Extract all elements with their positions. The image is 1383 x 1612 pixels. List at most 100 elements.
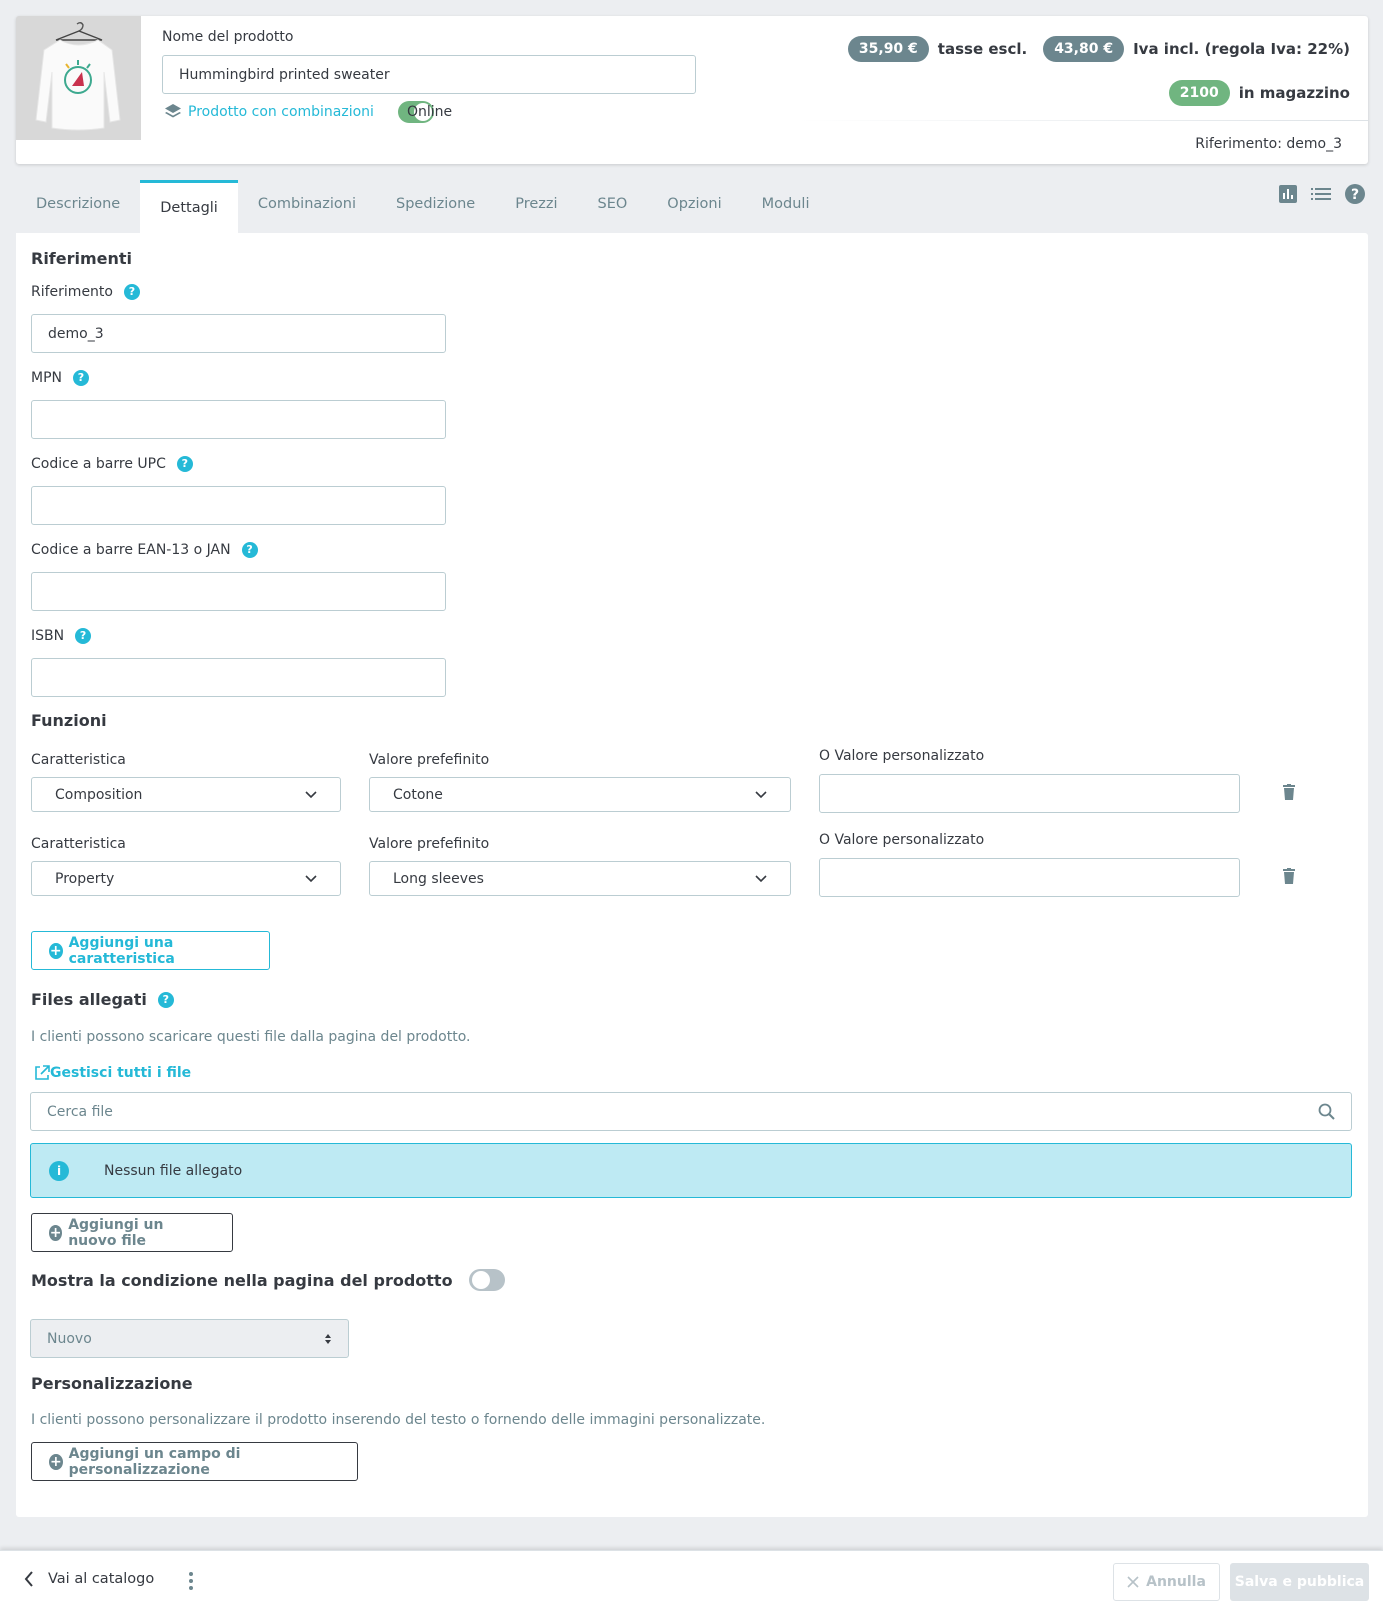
help-icon[interactable]: ?	[123, 284, 140, 300]
product-name-label: Nome del prodotto	[162, 29, 294, 45]
chevron-down-icon	[305, 790, 317, 798]
product-name-input[interactable]	[162, 55, 696, 94]
close-icon	[1127, 1576, 1139, 1588]
price-incl-badge[interactable]: 43,80 €	[1043, 36, 1125, 62]
tab-moduli[interactable]: Moduli	[742, 180, 830, 233]
layers-icon	[165, 104, 181, 118]
manage-files-link[interactable]: Gestisci tutti i file	[34, 1065, 191, 1081]
feature-label: Caratteristica	[31, 752, 126, 768]
add-file-button[interactable]: + Aggiungi un nuovo file	[31, 1213, 233, 1252]
product-header: Nome del prodotto Prodotto con combinazi…	[16, 16, 1368, 164]
ean-label-text: Codice a barre EAN-13 o JAN	[31, 542, 231, 558]
no-files-text: Nessun file allegato	[104, 1162, 243, 1179]
add-file-label: Aggiungi un nuovo file	[68, 1216, 164, 1249]
custom-value-input[interactable]	[819, 774, 1240, 813]
more-vertical-icon[interactable]	[189, 1572, 193, 1590]
tab-combinazioni[interactable]: Combinazioni	[238, 180, 376, 233]
files-title-text: Files allegati	[31, 990, 147, 1009]
tab-dettagli[interactable]: Dettagli	[140, 180, 238, 233]
price-excl-label: tasse escl.	[937, 40, 1028, 58]
back-to-catalog-link[interactable]: Vai al catalogo	[24, 1571, 154, 1587]
cancel-label: Annulla	[1146, 1574, 1206, 1590]
plus-circle-icon: +	[49, 1453, 63, 1470]
condition-toggle[interactable]	[468, 1269, 505, 1291]
isbn-input[interactable]	[31, 658, 446, 697]
chevron-down-icon	[305, 874, 317, 882]
cancel-button[interactable]: Annulla	[1113, 1563, 1220, 1601]
reference-label-text: Riferimento	[31, 284, 113, 300]
combinations-indicator[interactable]: Prodotto con combinazioni	[164, 103, 374, 121]
preset-value-select[interactable]: Long sleeves	[369, 861, 791, 896]
upc-label: Codice a barre UPC ?	[31, 456, 193, 472]
save-and-publish-button[interactable]: Salva e pubblica	[1230, 1563, 1369, 1601]
help-icon[interactable]: ?	[75, 628, 92, 644]
help-icon[interactable]: ?	[176, 456, 193, 472]
feature-select[interactable]: Property	[31, 861, 341, 896]
stock-summary: 2100 in magazzino	[1168, 80, 1350, 106]
customization-description: I clienti possono personalizzare il prod…	[31, 1412, 766, 1428]
help-icon[interactable]: ?	[241, 542, 258, 558]
file-search-placeholder: Cerca file	[47, 1103, 113, 1120]
mpn-label-text: MPN	[31, 370, 62, 386]
mpn-label: MPN ?	[31, 370, 89, 386]
product-image[interactable]	[16, 16, 141, 140]
features-title: Funzioni	[31, 711, 107, 730]
files-title: Files allegati ?	[31, 990, 174, 1009]
footer-bar: Vai al catalogo Annulla Salva e pubblica	[0, 1550, 1383, 1612]
add-feature-label: Aggiungi una caratteristica	[68, 934, 175, 967]
trash-icon[interactable]	[1283, 868, 1295, 884]
details-panel: Riferimenti Riferimento ? demo_3 MPN ? C…	[16, 233, 1368, 1517]
back-to-catalog-label: Vai al catalogo	[48, 1571, 155, 1587]
help-icon[interactable]: ?	[73, 370, 89, 386]
feature-select-value: Property	[55, 870, 115, 887]
price-excl-badge[interactable]: 35,90 €	[847, 36, 929, 62]
plus-circle-icon: +	[49, 942, 63, 959]
preset-value-select-value: Long sleeves	[393, 870, 484, 887]
tab-seo[interactable]: SEO	[578, 180, 648, 233]
upc-input[interactable]	[31, 486, 446, 525]
preset-value-select[interactable]: Cotone	[369, 777, 791, 812]
stock-badge[interactable]: 2100	[1168, 80, 1230, 106]
no-files-alert: i Nessun file allegato	[30, 1143, 1352, 1198]
price-incl-label: Iva incl. (regola Iva: 22%)	[1133, 40, 1350, 58]
files-description: I clienti possono scaricare questi file …	[31, 1029, 471, 1045]
feature-select[interactable]: Composition	[31, 777, 341, 812]
combinations-label: Prodotto con combinazioni	[188, 104, 374, 120]
trash-icon[interactable]	[1283, 784, 1295, 800]
preset-value-label: Valore prefefinito	[369, 836, 490, 852]
tab-spedizione[interactable]: Spedizione	[376, 180, 495, 233]
online-label: Online	[407, 104, 453, 120]
condition-select: Nuovo	[30, 1319, 349, 1358]
info-icon: i	[49, 1160, 69, 1181]
tab-toolbar: ?	[1279, 184, 1365, 204]
online-switch-group: Online	[398, 101, 452, 123]
custom-value-label: O Valore personalizzato	[819, 748, 985, 764]
file-search-input[interactable]: Cerca file	[30, 1092, 1352, 1131]
reference-label: Riferimento ?	[31, 284, 140, 300]
add-feature-button[interactable]: + Aggiungi una caratteristica	[31, 931, 270, 970]
bar-chart-icon[interactable]	[1279, 185, 1297, 203]
help-icon[interactable]: ?	[157, 991, 174, 1008]
external-link-icon	[35, 1065, 50, 1080]
custom-value-label: O Valore personalizzato	[819, 832, 985, 848]
tab-prezzi[interactable]: Prezzi	[495, 180, 577, 233]
tab-descrizione[interactable]: Descrizione	[16, 180, 140, 233]
help-icon[interactable]: ?	[1345, 184, 1365, 204]
preset-value-label: Valore prefefinito	[369, 752, 490, 768]
add-customization-button[interactable]: + Aggiungi un campo di personalizzazione	[31, 1442, 358, 1481]
chevron-down-icon	[755, 874, 767, 882]
search-icon	[1318, 1103, 1335, 1120]
tab-opzioni[interactable]: Opzioni	[647, 180, 741, 233]
list-icon[interactable]	[1311, 186, 1331, 202]
toggle-knob	[471, 1271, 490, 1289]
references-title: Riferimenti	[31, 249, 133, 268]
ean-label: Codice a barre EAN-13 o JAN ?	[31, 542, 258, 558]
mpn-input[interactable]	[31, 400, 446, 439]
sort-icon	[325, 1333, 331, 1344]
price-summary: 35,90 € tasse escl. 43,80 € Iva incl. (r…	[847, 36, 1350, 62]
ean-input[interactable]	[31, 572, 446, 611]
header-reference: Riferimento: demo_3	[1195, 136, 1342, 152]
reference-input[interactable]: demo_3	[31, 314, 446, 353]
custom-value-input[interactable]	[819, 858, 1240, 897]
feature-label: Caratteristica	[31, 836, 126, 852]
